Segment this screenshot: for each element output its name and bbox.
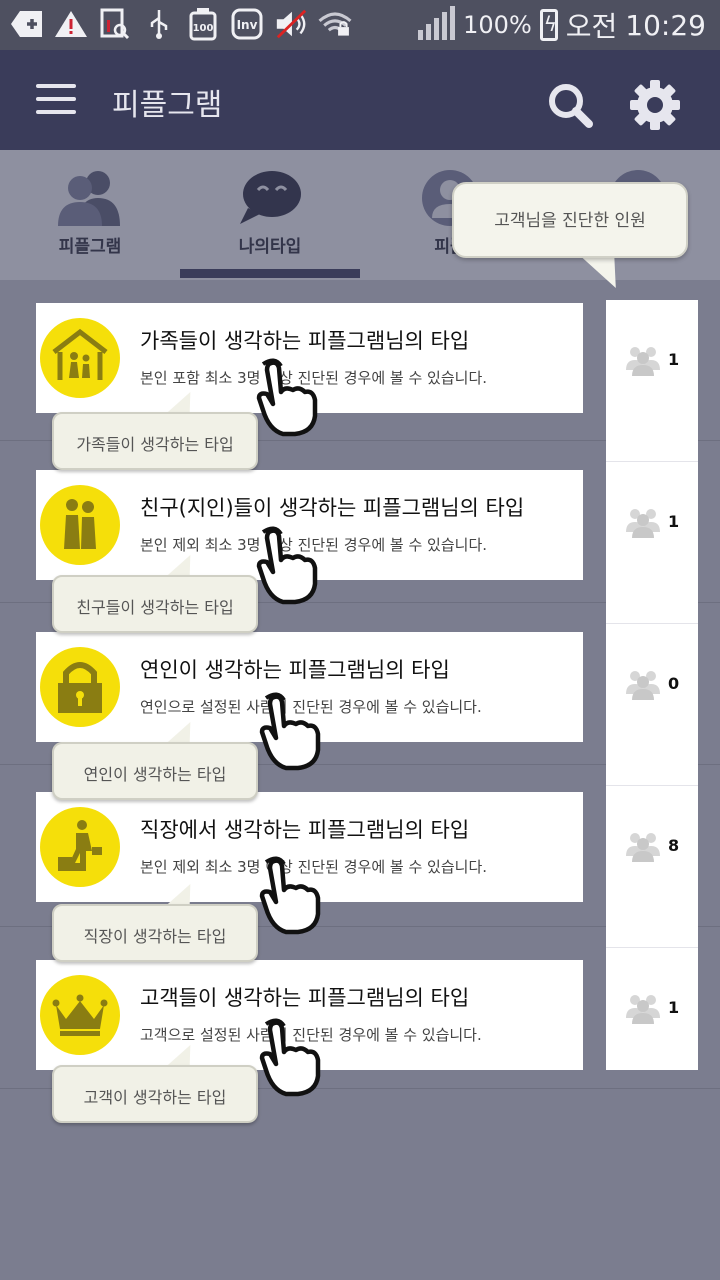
clock: 10:29	[625, 8, 706, 42]
tab-label: 피플그램	[58, 237, 122, 257]
svg-text:Inv: Inv	[237, 18, 258, 32]
lock-icon	[40, 647, 120, 727]
pointing-hand-icon	[259, 692, 321, 771]
count-row[interactable]: 1	[606, 948, 698, 1070]
chart-search-icon	[98, 7, 132, 41]
search-button[interactable]	[545, 80, 595, 130]
hint-bubble: 직장이 생각하는 타입	[52, 904, 258, 962]
group-icon	[626, 671, 660, 700]
battery-charging-icon	[539, 9, 558, 41]
usb-icon	[142, 7, 176, 41]
notification-icons: 100 Inv	[10, 7, 352, 41]
search-icon	[549, 84, 593, 128]
tooltip-text: 고객님을 진단한 인원	[494, 211, 646, 231]
card-title: 직장에서 생각하는 피플그램님의 타입	[140, 818, 470, 842]
battery-percent: 100%	[463, 11, 532, 39]
status-bar: 100 Inv 100% 오전 10:29	[0, 0, 720, 50]
group-icon	[626, 509, 660, 538]
settings-button[interactable]	[628, 78, 682, 132]
count-row[interactable]: 0	[606, 624, 698, 786]
ampm: 오전	[565, 10, 618, 43]
hamburger-icon	[36, 84, 76, 88]
hint-text: 친구들이 생각하는 타입	[76, 598, 234, 617]
hint-bubble: 친구들이 생각하는 타입	[52, 575, 258, 633]
menu-button[interactable]	[36, 84, 76, 116]
count-value: 0	[668, 674, 680, 693]
count-row[interactable]: 8	[606, 786, 698, 948]
app-header: 피플그램	[0, 50, 720, 150]
group-icon	[626, 833, 660, 862]
diagnosis-count-panel: 1 1 0 8 1	[606, 300, 698, 1070]
hint-bubble: 고객이 생각하는 타입	[52, 1065, 258, 1123]
wifi-lock-icon	[318, 7, 352, 41]
count-row[interactable]: 1	[606, 462, 698, 624]
storage-100-icon: 100	[186, 7, 220, 41]
svg-text:100: 100	[193, 23, 214, 34]
friends-icon	[40, 485, 120, 565]
diagnosis-count-tooltip: 고객님을 진단한 인원	[452, 182, 688, 258]
status-right: 100% 오전 10:29	[418, 4, 706, 46]
group-icon	[626, 995, 660, 1024]
card-title: 친구(지인)들이 생각하는 피플그램님의 타입	[140, 496, 525, 520]
card-title: 연인이 생각하는 피플그램님의 타입	[140, 658, 450, 682]
hint-text: 연인이 생각하는 타입	[83, 765, 227, 784]
card-title: 고객들이 생각하는 피플그램님의 타입	[140, 986, 470, 1010]
hint-text: 직장이 생각하는 타입	[83, 927, 227, 946]
count-value: 1	[668, 998, 680, 1017]
card-title: 가족들이 생각하는 피플그램님의 타입	[140, 329, 470, 353]
pointing-hand-icon	[256, 358, 318, 437]
hint-text: 고객이 생각하는 타입	[83, 1088, 227, 1107]
warning-icon	[54, 7, 88, 41]
tab-my-type[interactable]: 나의타입	[180, 150, 360, 280]
pointing-hand-icon	[256, 526, 318, 605]
tab-peoplegram[interactable]: 피플그램	[0, 150, 180, 280]
people-icon	[58, 168, 122, 228]
pointing-hand-icon	[259, 1018, 321, 1097]
pointing-hand-icon	[259, 856, 321, 935]
back-plus-icon	[10, 7, 44, 41]
house-family-icon	[40, 318, 120, 398]
chat-bubble-icon	[238, 168, 302, 228]
hint-bubble: 가족들이 생각하는 타입	[52, 412, 258, 470]
tab-label: 나의타입	[238, 237, 302, 257]
app-inv-icon: Inv	[230, 7, 264, 41]
signal-icon	[418, 6, 456, 40]
gear-icon	[630, 80, 680, 130]
mute-icon	[274, 7, 308, 41]
group-icon	[626, 347, 660, 376]
office-worker-icon	[40, 807, 120, 887]
tab-selected-indicator	[180, 269, 360, 278]
count-value: 8	[668, 836, 680, 855]
hint-text: 가족들이 생각하는 타입	[76, 435, 234, 454]
count-row[interactable]: 1	[606, 300, 698, 462]
crown-icon	[40, 975, 120, 1055]
page-title: 피플그램	[112, 88, 223, 123]
count-value: 1	[668, 512, 680, 531]
hint-bubble: 연인이 생각하는 타입	[52, 742, 258, 800]
count-value: 1	[668, 350, 680, 369]
